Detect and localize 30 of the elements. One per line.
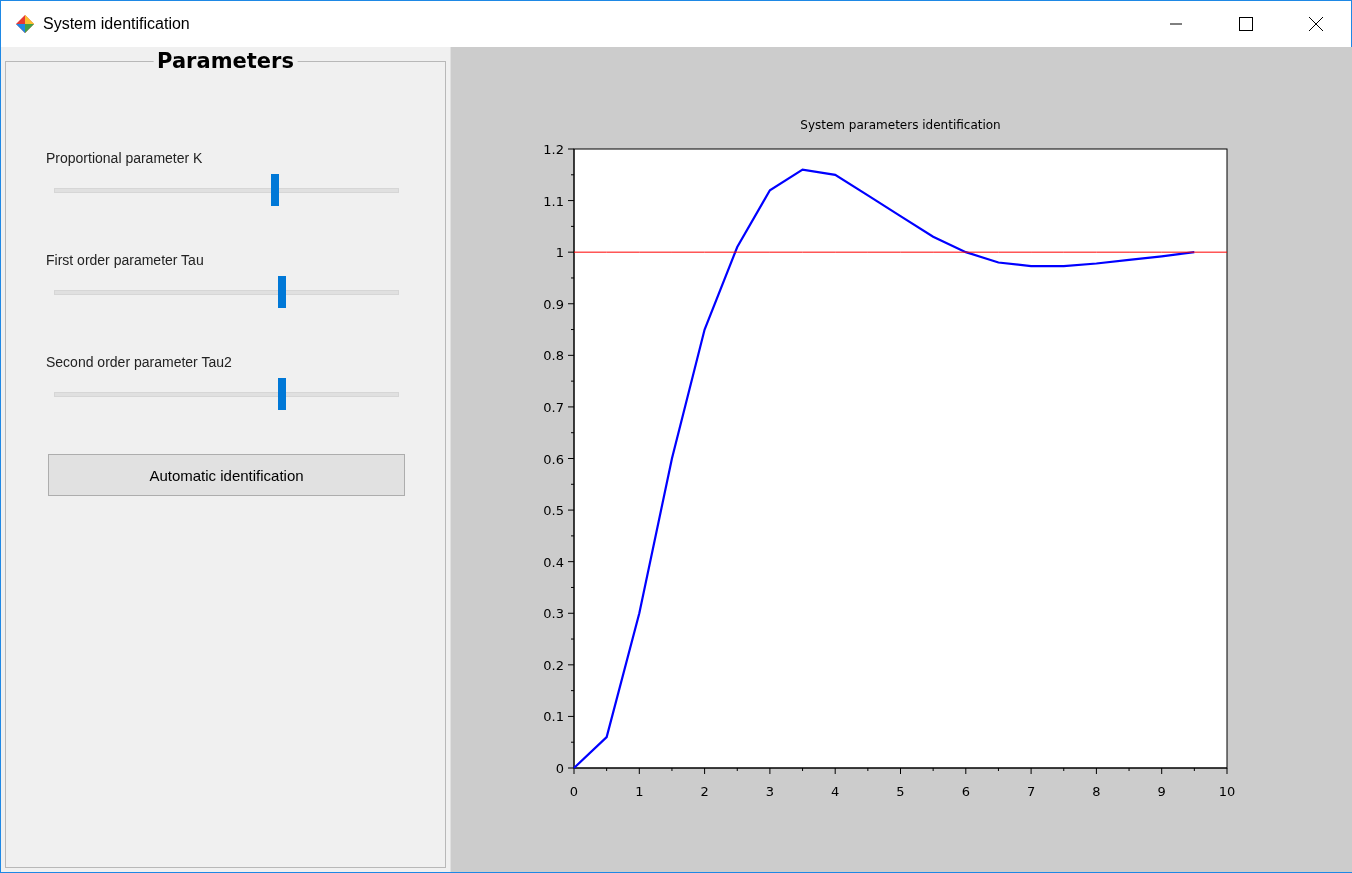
y-tick-label: 0.4 [543,554,564,570]
y-tick-label: 0.1 [543,709,564,725]
x-tick-label: 4 [831,784,840,799]
y-tick-label: 0 [555,761,564,776]
y-tick-label: 1 [555,245,564,261]
window-title: System identification [43,15,191,33]
y-tick-label: 1.1 [543,193,564,209]
y-tick-label: 1.2 [543,142,564,157]
chart-title: System parameters identification [800,118,1001,132]
x-tick-label: 10 [1218,784,1236,799]
y-tick-label: 0.7 [543,399,564,415]
x-tick-label: 2 [700,784,709,799]
slider-label: Proportional parameter K [46,150,204,166]
automatic-identification-button[interactable]: Automatic identification [48,454,405,496]
slider-label: Second order parameter Tau2 [46,354,233,370]
x-tick-label: 7 [1026,784,1036,799]
y-tick-label: 0.8 [543,348,564,364]
x-tick-label: 6 [961,784,970,799]
y-tick-label: 0.9 [543,296,564,312]
y-tick-label: 0.5 [543,503,564,519]
y-tick-label: 0.2 [543,657,564,673]
slider-label: First order parameter Tau [46,252,205,268]
y-tick-label: 0.3 [543,606,564,622]
x-tick-label: 5 [896,784,905,799]
x-tick-label: 9 [1157,784,1166,799]
x-tick-label: 8 [1092,784,1101,799]
x-tick-label: 3 [765,784,775,799]
x-tick-label: 0 [569,784,579,799]
x-tick-label: 1 [635,784,644,799]
y-tick-label: 0.6 [543,451,564,467]
